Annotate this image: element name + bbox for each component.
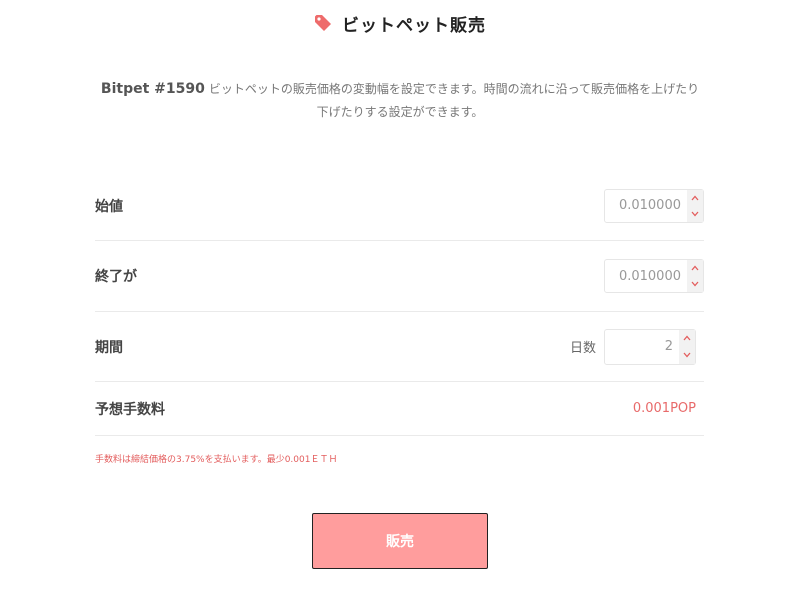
chevron-down-icon[interactable] bbox=[687, 206, 703, 222]
fee-value: 0.001POP bbox=[632, 401, 696, 416]
duration-label: 期間 bbox=[95, 339, 123, 356]
start-price-row: 始値 bbox=[95, 171, 704, 241]
duration-input[interactable] bbox=[605, 329, 679, 364]
start-price-spinner bbox=[687, 189, 703, 222]
start-price-input[interactable] bbox=[605, 189, 687, 222]
sell-bitpet-page: ビットペット販売 Bitpet #1590 ビットペットの販売価格の変動幅を設定で… bbox=[0, 0, 800, 600]
page-header: ビットペット販売 bbox=[0, 10, 800, 36]
duration-unit-label: 日数 bbox=[569, 341, 596, 356]
sell-button[interactable]: 販売 bbox=[312, 513, 488, 569]
chevron-up-icon[interactable] bbox=[687, 190, 703, 206]
chevron-down-icon[interactable] bbox=[687, 276, 703, 292]
end-price-row: 終了が bbox=[95, 241, 704, 312]
chevron-down-icon[interactable] bbox=[679, 347, 695, 364]
duration-row: 期間 日数 bbox=[95, 312, 704, 382]
fee-note: 手数料は締結価格の3.75%を支払います。最少0.001ＥＴＨ bbox=[95, 455, 338, 465]
chevron-up-icon[interactable] bbox=[687, 260, 703, 276]
end-price-label: 終了が bbox=[95, 269, 137, 285]
fee-label: 予想手数料 bbox=[95, 401, 165, 418]
page-title: ビットペット販売 bbox=[342, 15, 486, 36]
duration-stepper bbox=[604, 328, 696, 365]
end-price-spinner bbox=[687, 260, 703, 292]
end-price-input[interactable] bbox=[605, 260, 687, 292]
duration-spinner bbox=[679, 329, 695, 364]
duration-group: 日数 bbox=[569, 328, 704, 365]
pet-id: Bitpet #1590 bbox=[100, 81, 205, 97]
description: Bitpet #1590 ビットペットの販売価格の変動幅を設定できます。時間の流れ… bbox=[95, 78, 705, 124]
start-price-label: 始値 bbox=[95, 198, 123, 215]
description-text: ビットペットの販売価格の変動幅を設定できます。時間の流れに沿って販売価格を上げた… bbox=[208, 82, 700, 119]
chevron-up-icon[interactable] bbox=[679, 330, 695, 347]
fee-row: 予想手数料 0.001POP bbox=[95, 382, 704, 436]
end-price-stepper bbox=[604, 259, 704, 293]
start-price-stepper bbox=[604, 188, 704, 223]
price-tag-icon bbox=[314, 14, 332, 32]
